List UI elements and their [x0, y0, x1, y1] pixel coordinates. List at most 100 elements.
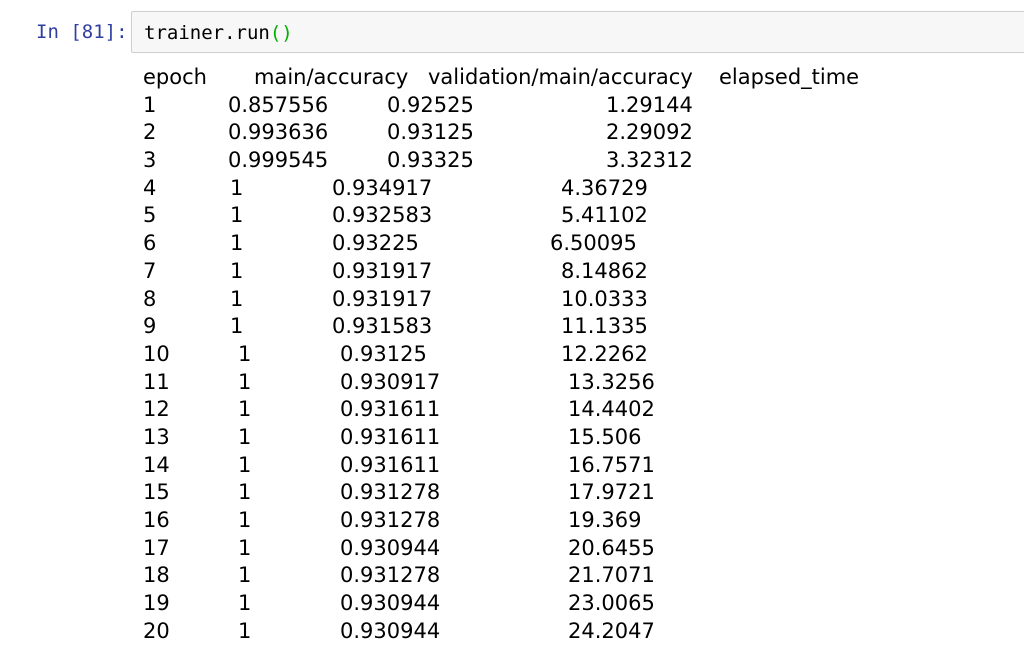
output-row: 18 1 0.931278 21.7071: [0, 562, 1024, 590]
cell-elapsed-time: 15.506: [568, 424, 642, 449]
code-close-paren: ): [281, 22, 293, 44]
output-row: 12 1 0.931611 14.4402: [0, 396, 1024, 424]
cell-epoch: 20: [143, 618, 170, 643]
cell-main-accuracy: 1: [238, 452, 252, 477]
cell-validation-main-accuracy: 0.93325: [387, 148, 474, 173]
output-row: 4 1 0.934917 4.36729: [0, 175, 1024, 203]
output-row: 20 1 0.930944 24.2047: [0, 618, 1024, 646]
cell-epoch: 2: [143, 120, 157, 145]
cell-validation-main-accuracy: 0.930944: [340, 591, 441, 616]
output-row: 7 1 0.931917 8.14862: [0, 258, 1024, 286]
cell-validation-main-accuracy: 0.932583: [332, 203, 433, 228]
header-validation-main-accuracy: validation/main/accuracy: [428, 65, 693, 89]
cell-main-accuracy: 1: [238, 424, 252, 449]
output-row: 14 1 0.931611 16.7571: [0, 452, 1024, 480]
cell-elapsed-time: 21.7071: [568, 563, 655, 588]
cell-validation-main-accuracy: 0.931583: [332, 314, 433, 339]
cell-elapsed-time: 4.36729: [561, 175, 648, 200]
cell-main-accuracy: 1: [230, 231, 244, 256]
cell-main-accuracy: 1: [238, 397, 252, 422]
cell-elapsed-time: 24.2047: [568, 618, 655, 643]
cell-epoch: 12: [143, 397, 170, 422]
cell-validation-main-accuracy: 0.931917: [332, 258, 433, 283]
code-text[interactable]: trainer.run(): [144, 18, 293, 48]
cell-elapsed-time: 10.0333: [561, 286, 648, 311]
output-row: 11 1 0.930917 13.3256: [0, 369, 1024, 397]
cell-validation-main-accuracy: 0.931917: [332, 286, 433, 311]
cell-main-accuracy: 0.857556: [228, 92, 329, 117]
code-call: trainer.run: [144, 22, 270, 44]
cell-elapsed-time: 1.29144: [606, 92, 693, 117]
cell-validation-main-accuracy: 0.930944: [340, 618, 441, 643]
cell-validation-main-accuracy: 0.92525: [387, 92, 474, 117]
output-row: 6 1 0.93225 6.50095: [0, 230, 1024, 258]
output-row: 19 1 0.930944 23.0065: [0, 590, 1024, 618]
cell-main-accuracy: 1: [230, 203, 244, 228]
cell-elapsed-time: 19.369: [568, 508, 642, 532]
output-row: 9 1 0.931583 11.1335: [0, 313, 1024, 341]
cell-main-accuracy: 1: [238, 618, 252, 643]
cell-epoch: 7: [143, 258, 157, 283]
cell-validation-main-accuracy: 0.93225: [332, 231, 419, 256]
cell-elapsed-time: 5.41102: [561, 203, 648, 228]
cell-main-accuracy: 1: [230, 314, 244, 339]
cell-main-accuracy: 0.999545: [228, 148, 329, 173]
cell-validation-main-accuracy: 0.931611: [340, 424, 441, 449]
cell-validation-main-accuracy: 0.931278: [340, 563, 441, 588]
cell-epoch: 8: [143, 286, 157, 311]
cell-main-accuracy: 1: [238, 591, 252, 616]
header-epoch: epoch: [143, 65, 207, 89]
cell-elapsed-time: 11.1335: [561, 314, 648, 339]
cell-validation-main-accuracy: 0.930944: [340, 535, 441, 560]
cell-main-accuracy: 1: [230, 175, 244, 200]
header-main-accuracy: main/accuracy: [254, 65, 409, 89]
header-elapsed-time: elapsed_time: [719, 65, 860, 89]
output-row: 15 1 0.931278 17.9721: [0, 479, 1024, 507]
output-rows: 1 0.857556 0.92525 1.29144 2 0.993636 0.93125 2…: [0, 92, 1024, 646]
output-row: 5 1 0.932583 5.41102: [0, 202, 1024, 230]
cell-epoch: 13: [143, 424, 170, 449]
output-row: 10 1 0.93125 12.2262: [0, 341, 1024, 369]
cell-epoch: 11: [143, 369, 170, 394]
cell-validation-main-accuracy: 0.931278: [340, 508, 441, 532]
cell-output: epoch main/accuracy validation/main/accu…: [0, 64, 1024, 645]
cell-validation-main-accuracy: 0.931611: [340, 452, 441, 477]
cell-validation-main-accuracy: 0.931611: [340, 397, 441, 422]
cell-elapsed-time: 14.4402: [568, 397, 655, 422]
cell-validation-main-accuracy: 0.931278: [340, 480, 441, 505]
code-input-area[interactable]: trainer.run(): [131, 11, 1024, 53]
cell-epoch: 6: [143, 231, 157, 256]
code-open-paren: (: [269, 22, 282, 44]
cell-elapsed-time: 13.3256: [568, 369, 655, 394]
cell-elapsed-time: 8.14862: [561, 258, 648, 283]
cell-epoch: 1: [143, 92, 157, 117]
output-row: 3 0.999545 0.93325 3.32312: [0, 147, 1024, 175]
cell-epoch: 3: [143, 148, 157, 173]
cell-elapsed-time: 2.29092: [606, 120, 693, 145]
cell-epoch: 10: [143, 341, 170, 366]
cell-epoch: 4: [143, 175, 157, 200]
cell-main-accuracy: 1: [230, 258, 244, 283]
output-row: 8 1 0.931917 10.0333: [0, 286, 1024, 314]
cell-main-accuracy: 1: [238, 508, 252, 532]
output-row: 17 1 0.930944 20.6455: [0, 535, 1024, 563]
cell-main-accuracy: 0.993636: [228, 120, 329, 145]
cell-elapsed-time: 17.9721: [568, 480, 655, 505]
cell-validation-main-accuracy: 0.930917: [340, 369, 441, 394]
cell-validation-main-accuracy: 0.934917: [332, 175, 433, 200]
cell-epoch: 9: [143, 314, 157, 339]
output-row: 16 1 0.931278 19.369: [0, 507, 1024, 535]
cell-elapsed-time: 6.50095: [550, 231, 637, 256]
cell-epoch: 19: [143, 591, 170, 616]
output-header-row: epoch main/accuracy validation/main/accu…: [0, 64, 1024, 92]
cell-validation-main-accuracy: 0.93125: [340, 341, 427, 366]
cell-epoch: 18: [143, 563, 170, 588]
cell-elapsed-time: 12.2262: [561, 341, 648, 366]
cell-epoch: 14: [143, 452, 170, 477]
cell-elapsed-time: 3.32312: [606, 148, 693, 173]
cell-epoch: 15: [143, 480, 170, 505]
cell-elapsed-time: 23.0065: [568, 591, 655, 616]
cell-main-accuracy: 1: [238, 341, 252, 366]
input-prompt: In [81]:: [36, 21, 128, 43]
cell-epoch: 16: [143, 508, 170, 532]
